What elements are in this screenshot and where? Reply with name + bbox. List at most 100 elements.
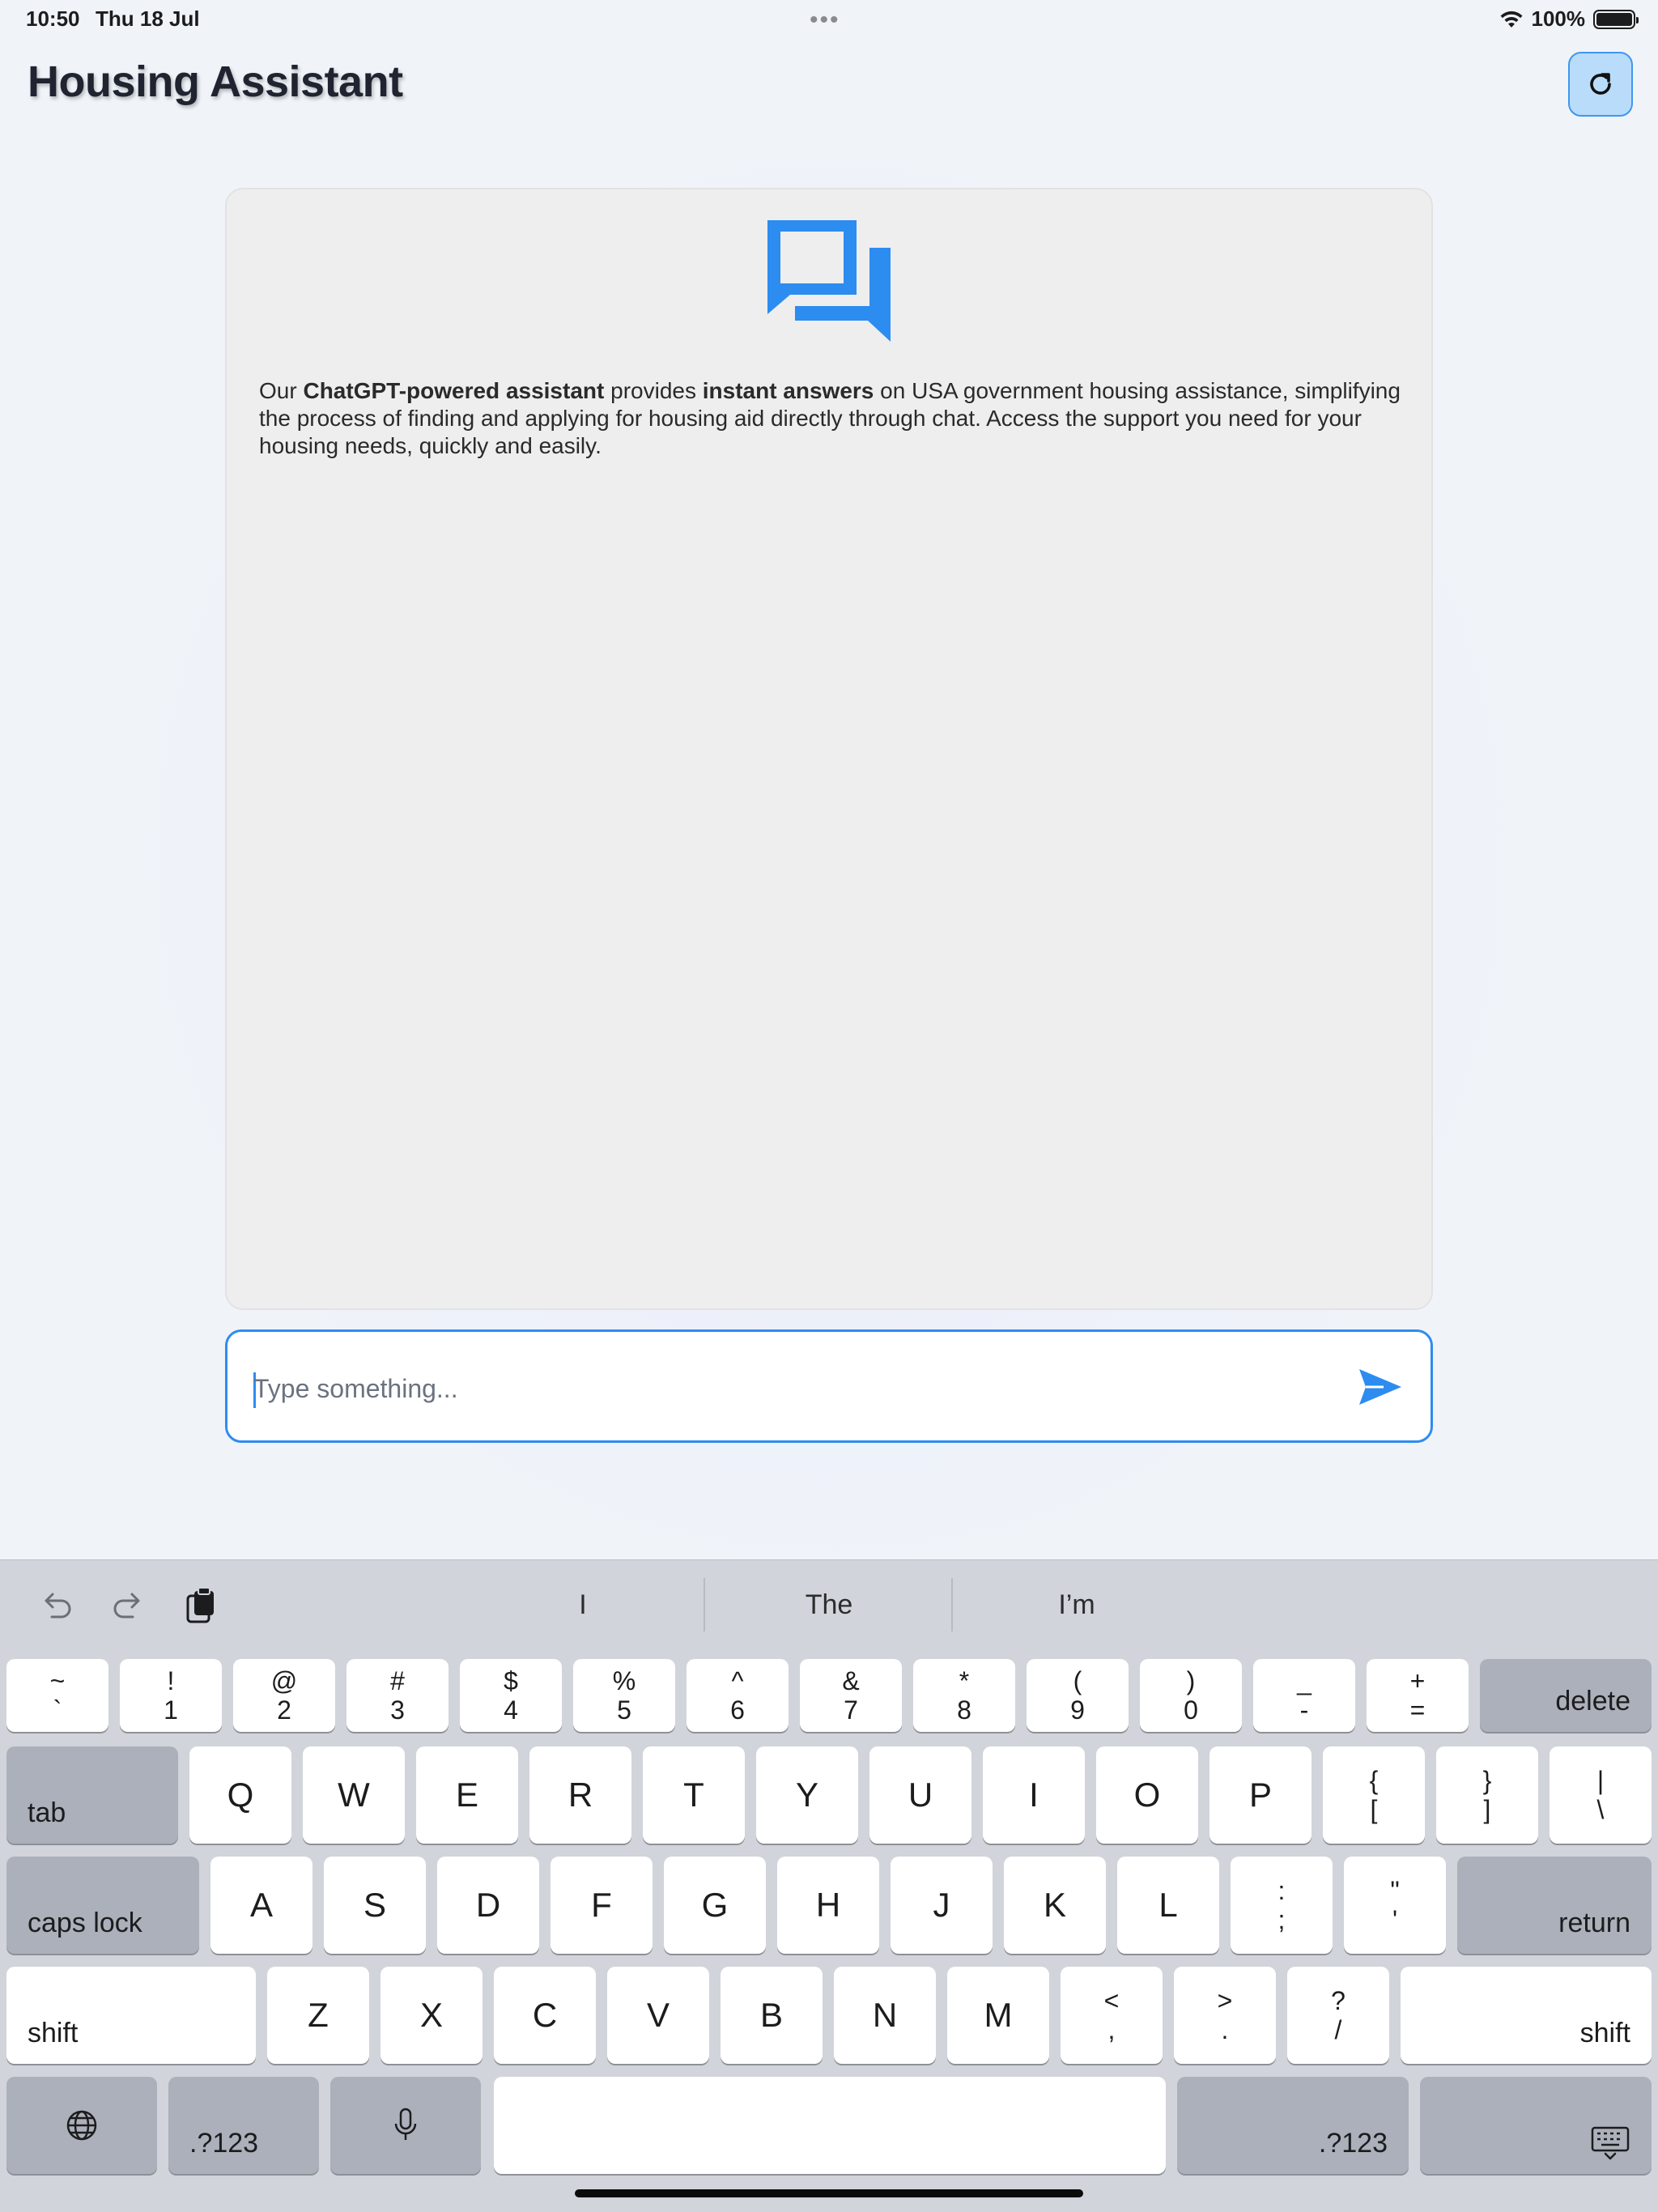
key-e[interactable]: E [416, 1746, 518, 1844]
tab-key[interactable]: tab [6, 1746, 178, 1844]
key-c[interactable]: C [494, 1967, 596, 2064]
key-bottom-symbol: 0 [1184, 1695, 1198, 1725]
undo-icon[interactable] [36, 1586, 78, 1628]
key-label: S [363, 1886, 386, 1924]
redo-icon[interactable] [107, 1586, 149, 1628]
send-icon[interactable] [1356, 1363, 1405, 1411]
key-bottom-symbol: 5 [617, 1695, 631, 1725]
key-r[interactable]: R [529, 1746, 631, 1844]
key-2[interactable]: @2 [233, 1659, 335, 1732]
key-w[interactable]: W [303, 1746, 405, 1844]
key-z[interactable]: Z [267, 1967, 369, 2064]
key-label: O [1133, 1776, 1161, 1814]
globe-key[interactable] [6, 2077, 157, 2174]
key-label: L [1158, 1886, 1178, 1924]
suggestion-3[interactable]: I’m [955, 1589, 1198, 1621]
key-label: R [568, 1776, 593, 1814]
key-top-symbol: ( [1073, 1666, 1082, 1695]
key-label: B [759, 1996, 783, 2034]
key-label: I [1029, 1776, 1039, 1814]
wifi-icon [1500, 11, 1522, 28]
key--[interactable]: _ - [1253, 1659, 1355, 1732]
key-f[interactable]: F [551, 1857, 653, 1954]
key-d[interactable]: D [437, 1857, 539, 1954]
key-symbol-a1[interactable]: " ' [1344, 1857, 1446, 1954]
key-i[interactable]: I [983, 1746, 1085, 1844]
key-label: J [933, 1886, 950, 1924]
numbers-key-left[interactable]: .?123 [168, 2077, 319, 2174]
key-6[interactable]: ^ 6 [687, 1659, 789, 1732]
paste-icon[interactable] [180, 1586, 222, 1628]
key-symbol-z0[interactable]: <, [1061, 1967, 1163, 2064]
key-u[interactable]: U [869, 1746, 971, 1844]
key-j[interactable]: J [891, 1857, 993, 1954]
shift-key-left[interactable]: shift [6, 1967, 256, 2064]
key-top-symbol: @ [270, 1666, 298, 1695]
delete-key[interactable]: delete [1480, 1659, 1652, 1732]
key-g[interactable]: G [664, 1857, 766, 1954]
key-s[interactable]: S [324, 1857, 426, 1954]
microphone-key[interactable] [330, 2077, 481, 2174]
message-input[interactable]: Type something... [225, 1329, 1433, 1443]
key-h[interactable]: H [777, 1857, 879, 1954]
key-top-symbol: ? [1331, 1986, 1346, 2015]
multitasking-dots-icon[interactable]: ••• [810, 6, 840, 34]
key-b[interactable]: B [721, 1967, 823, 2064]
key-5[interactable]: % 5 [573, 1659, 675, 1732]
key-p[interactable]: P [1209, 1746, 1312, 1844]
key-label: .?123 [1318, 2128, 1388, 2159]
key-bottom-symbol: = [1409, 1695, 1426, 1725]
key-x[interactable]: X [380, 1967, 483, 2064]
key-=[interactable]: + = [1367, 1659, 1469, 1732]
status-date: Thu 18 Jul [96, 6, 200, 31]
key-bottom-symbol: [ [1370, 1795, 1378, 1824]
key-y[interactable]: Y [756, 1746, 858, 1844]
refresh-button[interactable] [1568, 52, 1633, 117]
key-symbol-0[interactable]: {[ [1323, 1746, 1425, 1844]
key-symbol-1[interactable]: }] [1436, 1746, 1538, 1844]
suggestion-1[interactable]: I [461, 1589, 704, 1621]
microphone-icon [394, 2108, 417, 2140]
key-n[interactable]: N [834, 1967, 936, 2064]
key-0[interactable]: ) 0 [1140, 1659, 1242, 1732]
key-bottom-symbol: ' [1392, 1905, 1398, 1934]
key-o[interactable]: O [1096, 1746, 1198, 1844]
key-top-symbol: { [1369, 1766, 1379, 1795]
key-q[interactable]: Q [189, 1746, 291, 1844]
key-k[interactable]: K [1004, 1857, 1106, 1954]
key-`[interactable]: ~ ` [6, 1659, 108, 1732]
key-symbol-z1[interactable]: >. [1174, 1967, 1276, 2064]
chat-panel[interactable]: Our ChatGPT-powered assistant provides i… [225, 188, 1433, 1310]
return-key[interactable]: return [1457, 1857, 1652, 1954]
key-top-symbol: # [390, 1666, 405, 1695]
key-1[interactable]: ! 1 [120, 1659, 222, 1732]
hide-keyboard-key[interactable] [1420, 2077, 1652, 2174]
key-symbol-a0[interactable]: :; [1231, 1857, 1333, 1954]
key-7[interactable]: & 7 [800, 1659, 902, 1732]
key-symbol-z2[interactable]: ? / [1287, 1967, 1389, 2064]
key-symbol-2[interactable]: | \ [1550, 1746, 1652, 1844]
key-top-symbol: ! [167, 1666, 175, 1695]
key-bottom-symbol: 9 [1070, 1695, 1085, 1725]
key-3[interactable]: #3 [346, 1659, 449, 1732]
key-l[interactable]: L [1117, 1857, 1219, 1954]
key-label: G [701, 1886, 729, 1924]
space-bar[interactable] [494, 2077, 1166, 2174]
numbers-key-right[interactable]: .?123 [1177, 2077, 1409, 2174]
input-placeholder: Type something... [253, 1374, 458, 1403]
home-indicator[interactable] [575, 2189, 1083, 2197]
key-t[interactable]: T [643, 1746, 745, 1844]
key-label: F [591, 1886, 612, 1924]
key-label: caps lock [28, 1908, 142, 1938]
key-8[interactable]: * 8 [913, 1659, 1015, 1732]
caps-lock-key[interactable]: caps lock [6, 1857, 199, 1954]
key-v[interactable]: V [607, 1967, 709, 2064]
key-label: T [683, 1776, 704, 1814]
key-label: P [1248, 1776, 1272, 1814]
shift-key-right[interactable]: shift [1401, 1967, 1652, 2064]
suggestion-2[interactable]: The [708, 1589, 950, 1621]
key-9[interactable]: (9 [1027, 1659, 1129, 1732]
key-4[interactable]: $4 [460, 1659, 562, 1732]
key-m[interactable]: M [947, 1967, 1049, 2064]
key-a[interactable]: A [210, 1857, 312, 1954]
